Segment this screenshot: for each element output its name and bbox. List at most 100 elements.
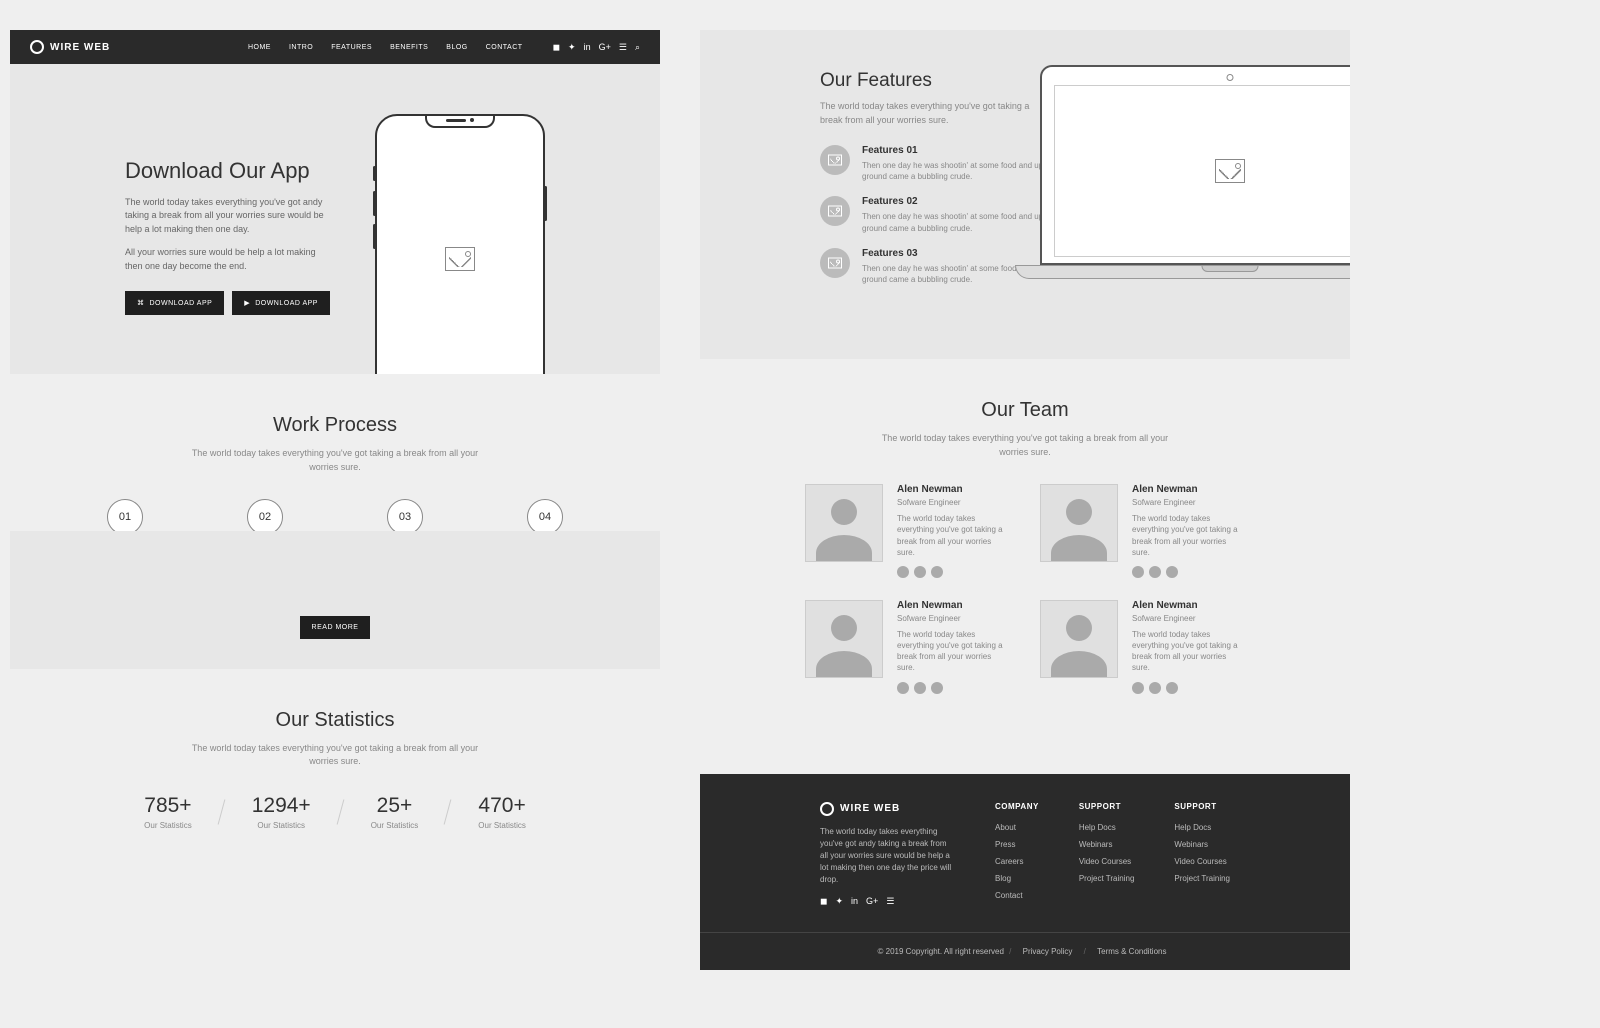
stat-item: 25+ Our Statistics <box>341 794 449 830</box>
nav-contact[interactable]: CONTACT <box>486 44 523 51</box>
footer-social: ◼ ✦ in G+ ☰ <box>820 896 955 907</box>
twitter-icon[interactable]: ✦ <box>835 896 843 907</box>
footer-link[interactable]: Help Docs <box>1079 823 1135 832</box>
site-header: WIRE WEB HOME INTRO FEATURES BENEFITS BL… <box>10 30 660 64</box>
site-footer: WIRE WEB The world today takes everythin… <box>700 774 1350 970</box>
rss-icon[interactable]: ☰ <box>619 42 627 53</box>
download-android-button[interactable]: ▶ DOWNLOAD APP <box>232 291 330 315</box>
social-dot-icon[interactable] <box>897 682 909 694</box>
footer-col-company: COMPANY About Press Careers Blog Contact <box>995 802 1039 908</box>
image-placeholder-icon <box>445 247 475 271</box>
team-title: Our Team <box>720 399 1330 422</box>
avatar <box>805 484 883 562</box>
footer-col-support: SUPPORT Help Docs Webinars Video Courses… <box>1079 802 1135 908</box>
footer-link[interactable]: Webinars <box>1174 840 1230 849</box>
gplus-icon[interactable]: G+ <box>599 42 611 53</box>
footer-link[interactable]: Video Courses <box>1079 857 1135 866</box>
team-member: Alen Newman Sofware Engineer The world t… <box>1040 484 1245 578</box>
logo-icon <box>30 40 44 54</box>
footer-col-support-2: SUPPORT Help Docs Webinars Video Courses… <box>1174 802 1230 908</box>
process-title: Work Process <box>30 414 640 437</box>
avatar <box>805 600 883 678</box>
footer-link[interactable]: Project Training <box>1079 874 1135 883</box>
main-nav: HOME INTRO FEATURES BENEFITS BLOG CONTAC… <box>248 44 523 51</box>
team-member: Alen Newman Sofware Engineer The world t… <box>1040 600 1245 694</box>
team-member: Alen Newman Sofware Engineer The world t… <box>805 484 1010 578</box>
stats-title: Our Statistics <box>30 709 640 732</box>
image-placeholder-icon <box>1215 159 1245 183</box>
social-dot-icon[interactable] <box>1132 682 1144 694</box>
logo-icon <box>820 802 834 816</box>
hero-text-1: The world today takes everything you've … <box>125 196 335 237</box>
social-dot-icon[interactable] <box>1149 566 1161 578</box>
footer-link[interactable]: Webinars <box>1079 840 1135 849</box>
terms-link[interactable]: Terms & Conditions <box>1097 947 1166 956</box>
social-dot-icon[interactable] <box>1149 682 1161 694</box>
feature-icon <box>820 248 850 278</box>
search-icon[interactable]: ⌕ <box>635 42 640 53</box>
phone-mockup <box>375 114 545 374</box>
linkedin-icon[interactable]: in <box>584 42 591 53</box>
facebook-icon[interactable]: ◼ <box>553 42 560 53</box>
social-dot-icon[interactable] <box>1132 566 1144 578</box>
left-page: WIRE WEB HOME INTRO FEATURES BENEFITS BL… <box>10 30 660 970</box>
download-apple-button[interactable]: ⌘ DOWNLOAD APP <box>125 291 224 315</box>
logo[interactable]: WIRE WEB <box>30 40 110 54</box>
team-subtitle: The world today takes everything you've … <box>880 432 1170 459</box>
stat-item: 470+ Our Statistics <box>448 794 556 830</box>
footer-link[interactable]: About <box>995 823 1039 832</box>
nav-features[interactable]: FEATURES <box>331 44 372 51</box>
hero-section: Download Our App The world today takes e… <box>10 64 660 374</box>
statistics-section: Our Statistics The world today takes eve… <box>10 669 660 870</box>
rss-icon[interactable]: ☰ <box>886 896 894 907</box>
social-dot-icon[interactable] <box>931 682 943 694</box>
header-social: ◼ ✦ in G+ ☰ ⌕ <box>553 42 640 53</box>
stat-item: 1294+ Our Statistics <box>222 794 341 830</box>
social-dot-icon[interactable] <box>1166 682 1178 694</box>
nav-home[interactable]: HOME <box>248 44 271 51</box>
right-page: Our Features The world today takes every… <box>700 30 1350 970</box>
footer-bottom: © 2019 Copyright. All right reserved / P… <box>700 932 1350 970</box>
hero-text-2: All your worries sure would be help a lo… <box>125 246 335 273</box>
brand-name: WIRE WEB <box>50 42 110 53</box>
feature-icon <box>820 196 850 226</box>
footer-link[interactable]: Video Courses <box>1174 857 1230 866</box>
team-member: Alen Newman Sofware Engineer The world t… <box>805 600 1010 694</box>
twitter-icon[interactable]: ✦ <box>568 42 576 53</box>
footer-link[interactable]: Careers <box>995 857 1039 866</box>
team-section: Our Team The world today takes everythin… <box>700 359 1350 734</box>
footer-link[interactable]: Help Docs <box>1174 823 1230 832</box>
avatar <box>1040 484 1118 562</box>
facebook-icon[interactable]: ◼ <box>820 896 827 907</box>
footer-logo[interactable]: WIRE WEB <box>820 802 955 816</box>
linkedin-icon[interactable]: in <box>851 896 858 907</box>
nav-blog[interactable]: BLOG <box>446 44 467 51</box>
footer-link[interactable]: Blog <box>995 874 1039 883</box>
footer-about-text: The world today takes everything you've … <box>820 826 955 886</box>
features-subtitle: The world today takes everything you've … <box>820 100 1050 127</box>
android-icon: ▶ <box>244 299 250 307</box>
social-dot-icon[interactable] <box>1166 566 1178 578</box>
footer-link[interactable]: Press <box>995 840 1039 849</box>
social-dot-icon[interactable] <box>914 682 926 694</box>
hero-title: Download Our App <box>125 158 335 184</box>
social-dot-icon[interactable] <box>897 566 909 578</box>
nav-intro[interactable]: INTRO <box>289 44 313 51</box>
read-more-button[interactable]: READ MORE <box>300 616 371 639</box>
process-band: READ MORE <box>10 531 660 669</box>
laptop-mockup <box>1040 65 1350 279</box>
footer-link[interactable]: Contact <box>995 891 1039 900</box>
nav-benefits[interactable]: BENEFITS <box>390 44 428 51</box>
apple-icon: ⌘ <box>137 299 145 307</box>
avatar <box>1040 600 1118 678</box>
social-dot-icon[interactable] <box>931 566 943 578</box>
footer-link[interactable]: Project Training <box>1174 874 1230 883</box>
social-dot-icon[interactable] <box>914 566 926 578</box>
stats-subtitle: The world today takes everything you've … <box>190 742 480 769</box>
feature-icon <box>820 145 850 175</box>
privacy-link[interactable]: Privacy Policy <box>1023 947 1073 956</box>
gplus-icon[interactable]: G+ <box>866 896 878 907</box>
features-section: Our Features The world today takes every… <box>700 30 1350 359</box>
phone-notch <box>425 114 495 128</box>
stat-item: 785+ Our Statistics <box>114 794 222 830</box>
